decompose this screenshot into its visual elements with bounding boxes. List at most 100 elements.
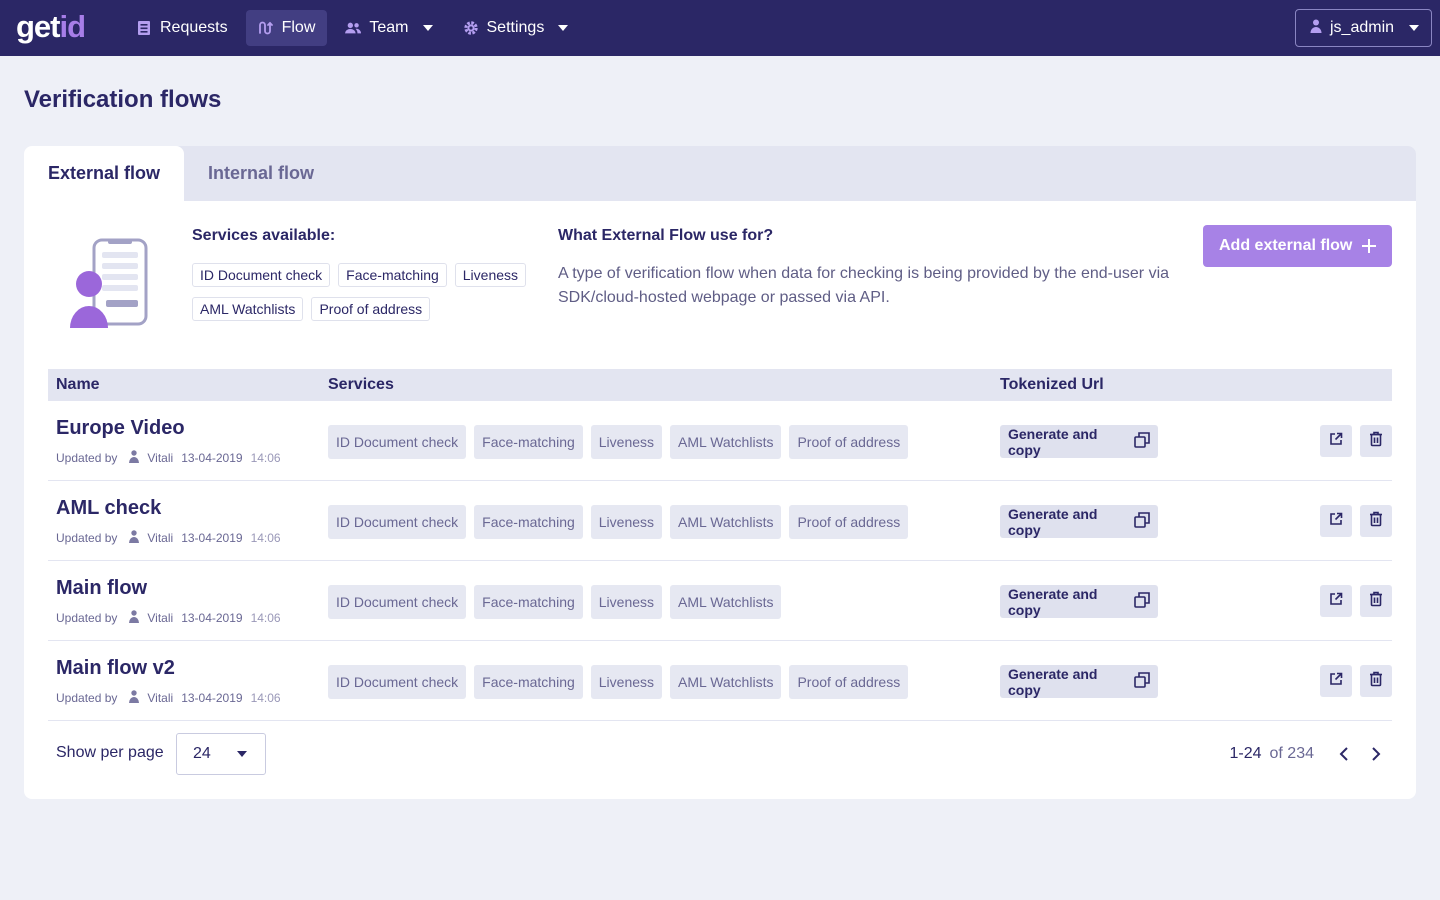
updated-date: 13-04-2019 [181, 531, 243, 545]
nav-item-label: Requests [160, 19, 228, 36]
table-row[interactable]: Main flow v2 Updated by Vitali 13-04-201… [48, 641, 1392, 721]
flow-services: ID Document check Face-matching Liveness AM… [328, 585, 782, 619]
generate-and-copy-button[interactable]: Generate and copy [1000, 505, 1158, 538]
service-chip: Face-matching [474, 505, 583, 539]
updated-date: 13-04-2019 [181, 451, 243, 465]
delete-flow-button[interactable] [1360, 425, 1392, 457]
service-chip: Proof of address [311, 297, 431, 321]
table-header: Name Services Tokenized Url [48, 369, 1392, 401]
service-chip: AML Watchlists [670, 425, 782, 459]
tab-internal-flow[interactable]: Internal flow [184, 146, 338, 201]
user-icon [129, 690, 140, 706]
delete-flow-button[interactable] [1360, 665, 1392, 697]
team-icon [345, 20, 362, 36]
trash-icon [1369, 671, 1383, 692]
flow-name[interactable]: Europe Video [56, 417, 185, 440]
flow-name[interactable]: AML check [56, 497, 161, 520]
getid-logo[interactable]: getid [16, 9, 86, 44]
copy-icon [1134, 432, 1150, 451]
per-page-value: 24 [193, 745, 211, 762]
next-page-button[interactable] [1364, 742, 1388, 766]
service-chip: Proof of address [789, 505, 909, 539]
generate-and-copy-button[interactable]: Generate and copy [1000, 585, 1158, 618]
plus-icon [1362, 234, 1376, 258]
user-menu-button[interactable]: js_admin [1295, 9, 1432, 47]
open-external-button[interactable] [1320, 665, 1352, 697]
updated-meta: Updated by Vitali 13-04-2019 14:06 [56, 610, 281, 626]
per-page-select[interactable]: 24 [176, 733, 266, 775]
trash-icon [1369, 431, 1383, 452]
tab-external-flow[interactable]: External flow [24, 146, 185, 201]
external-flow-description: A type of verification flow when data fo… [558, 265, 1170, 306]
updated-time: 14:06 [250, 691, 281, 705]
flows-card: External flow Internal flow Services ava… [24, 146, 1416, 799]
nav-item-team[interactable]: Team [333, 10, 444, 46]
delete-flow-button[interactable] [1360, 585, 1392, 617]
open-external-button[interactable] [1320, 585, 1352, 617]
external-link-icon [1329, 512, 1343, 531]
user-icon [129, 530, 140, 546]
open-external-button[interactable] [1320, 505, 1352, 537]
flow-name[interactable]: Main flow [56, 577, 147, 600]
updated-time: 14:06 [250, 451, 281, 465]
service-chip: Face-matching [474, 425, 583, 459]
pagination: 1-24 of 234 [1229, 742, 1388, 766]
services-available-list: ID Document check Face-matching Liveness… [192, 263, 542, 321]
generate-label: Generate and copy [1008, 585, 1098, 618]
generate-and-copy-button[interactable]: Generate and copy [1000, 425, 1158, 458]
add-button-label: Add external flow [1219, 237, 1353, 254]
delete-flow-button[interactable] [1360, 505, 1392, 537]
user-icon [129, 610, 140, 626]
flow-services: ID Document check Face-matching Liveness AM… [328, 425, 909, 459]
service-chip: Liveness [590, 505, 663, 539]
column-header-services: Services [328, 376, 394, 393]
logo-text-get: get [16, 9, 60, 44]
updated-meta: Updated by Vitali 13-04-2019 14:06 [56, 450, 281, 466]
generate-and-copy-button[interactable]: Generate and copy [1000, 665, 1158, 698]
updated-by-label: Updated by [56, 691, 118, 705]
pagination-total: of 234 [1269, 745, 1314, 762]
service-chip: AML Watchlists [670, 585, 782, 619]
updated-time: 14:06 [250, 611, 281, 625]
service-chip: ID Document check [328, 505, 467, 539]
generate-label: Generate and copy [1008, 425, 1098, 458]
service-chip: Proof of address [789, 665, 909, 699]
table-row[interactable]: AML check Updated by Vitali 13-04-2019 1… [48, 481, 1392, 561]
service-chip: AML Watchlists [670, 505, 782, 539]
chevron-down-icon [558, 25, 569, 31]
external-link-icon [1329, 672, 1343, 691]
per-page-label: Show per page [56, 744, 164, 761]
table-row[interactable]: Main flow Updated by Vitali 13-04-2019 1… [48, 561, 1392, 641]
services-available-title: Services available: [192, 227, 336, 244]
chevron-down-icon [237, 751, 247, 757]
updated-user: Vitali [147, 611, 174, 625]
generate-label: Generate and copy [1008, 505, 1098, 538]
open-external-button[interactable] [1320, 425, 1352, 457]
nav-item-label: Settings [486, 19, 545, 36]
service-chip: ID Document check [328, 585, 467, 619]
column-header-tokenized-url: Tokenized Url [1000, 376, 1104, 393]
main-nav: Requests Flow Team Settings [124, 10, 580, 46]
flow-tabs: External flow Internal flow [24, 146, 1416, 201]
prev-page-button[interactable] [1332, 742, 1356, 766]
external-link-icon [1329, 432, 1343, 451]
service-chip: Face-matching [338, 263, 447, 287]
service-chip: AML Watchlists [670, 665, 782, 699]
table-row[interactable]: Europe Video Updated by Vitali 13-04-201… [48, 401, 1392, 481]
nav-item-flow[interactable]: Flow [245, 10, 328, 46]
service-chip: Liveness [590, 665, 663, 699]
service-chip: Liveness [454, 263, 527, 287]
chevron-left-icon [1339, 747, 1348, 761]
external-link-icon [1329, 592, 1343, 611]
updated-meta: Updated by Vitali 13-04-2019 14:06 [56, 690, 281, 706]
nav-item-settings[interactable]: Settings [451, 10, 581, 46]
flow-icon [258, 20, 274, 36]
trash-icon [1369, 511, 1383, 532]
add-external-flow-button[interactable]: Add external flow [1203, 225, 1392, 267]
nav-item-label: Flow [281, 19, 316, 36]
list-icon [136, 20, 152, 36]
user-name: js_admin [1330, 19, 1395, 36]
chevron-right-icon [1372, 747, 1381, 761]
nav-item-requests[interactable]: Requests [124, 10, 240, 46]
flow-name[interactable]: Main flow v2 [56, 657, 175, 680]
